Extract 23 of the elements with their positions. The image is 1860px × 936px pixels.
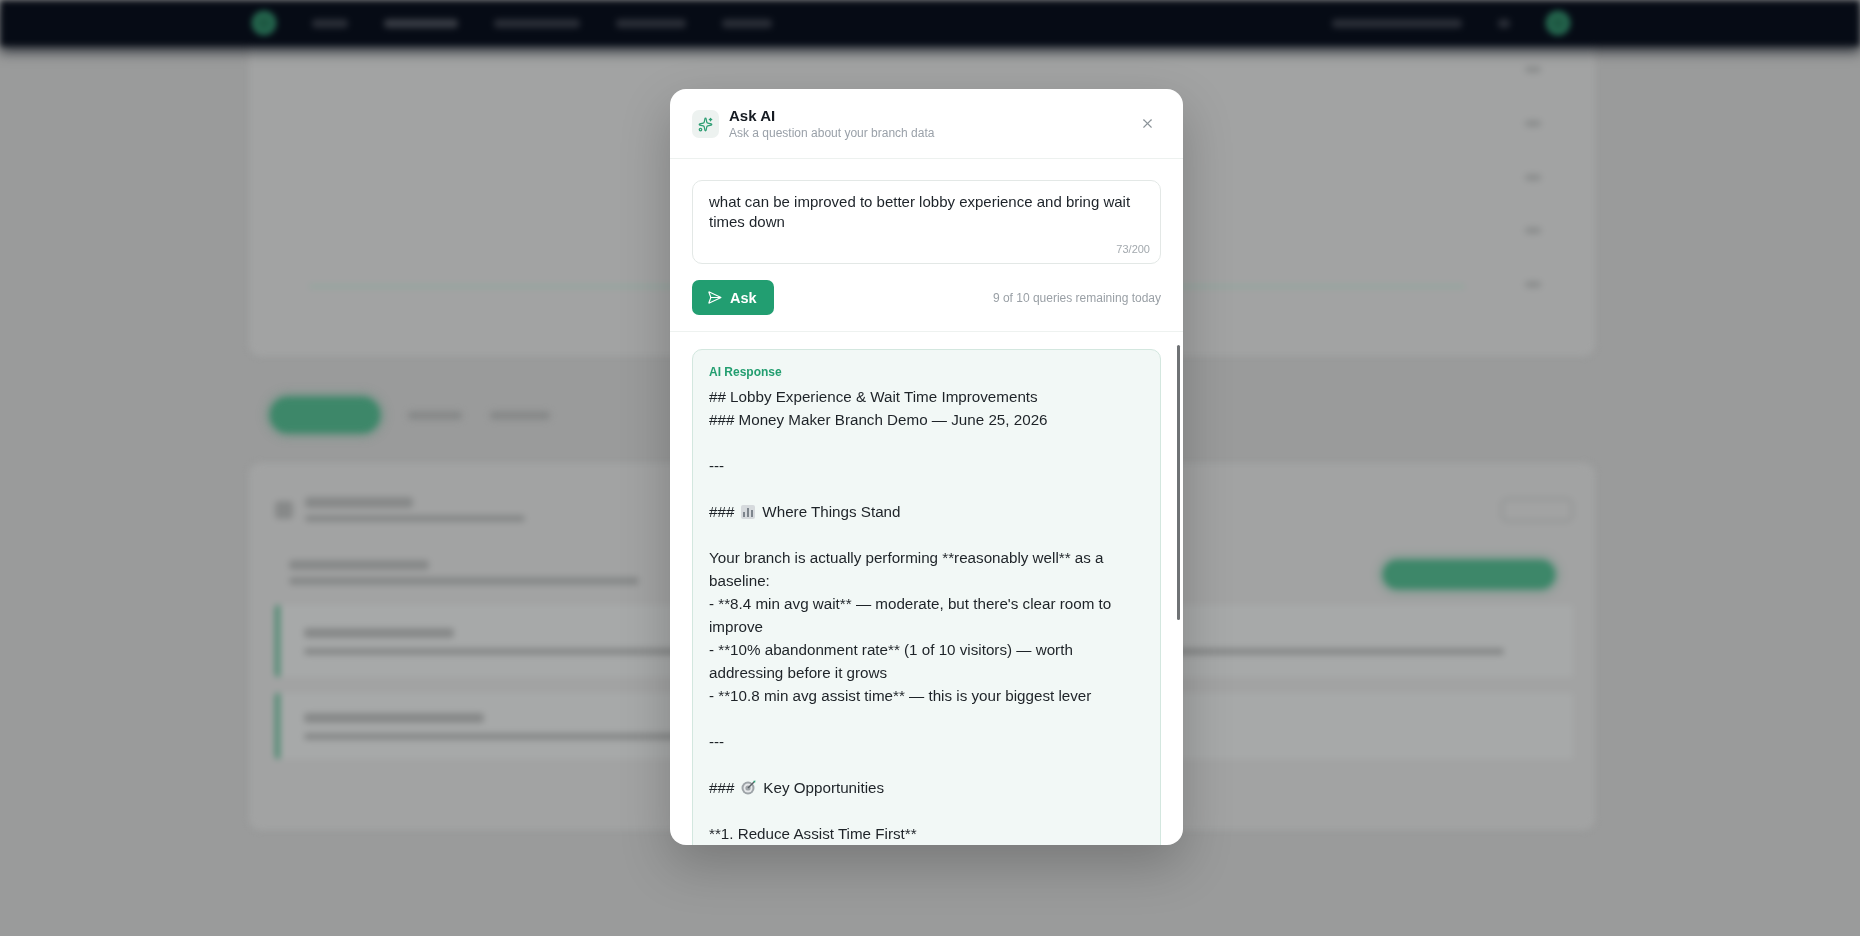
response-heading: Key Opportunities — [763, 778, 885, 798]
response-line: --- — [709, 732, 726, 752]
heading-marker: ### — [709, 502, 735, 522]
bar-chart-icon — [741, 504, 756, 519]
target-icon — [741, 780, 757, 795]
response-line: - **8.4 min avg wait** — moderate, but there's clear room to improve — [709, 594, 1113, 637]
response-heading: Where Things Stand — [762, 502, 901, 522]
response-line: --- — [709, 456, 726, 476]
queries-remaining: 9 of 10 queries remaining today — [992, 290, 1161, 305]
character-count: 73/200 — [1116, 243, 1150, 256]
dialog-subtitle: Ask a question about your branch data — [729, 126, 935, 141]
dialog-title: Ask AI — [729, 107, 777, 124]
response-line: Your branch is actually performing **reasonably well** as a baseline: — [709, 548, 1105, 591]
response-line: **1. Reduce Assist Time First** — [709, 824, 918, 844]
response-line: ## Lobby Experience & Wait Time Improvements — [709, 387, 1039, 407]
response-line: - **10.8 min avg assist time** — this is your biggest lever — [709, 686, 1093, 706]
response-line: - **10% abandonment rate** (1 of 10 visitors) — worth addressing before it grows — [709, 640, 1074, 683]
response-label: AI Response — [709, 364, 783, 380]
heading-marker: ### — [709, 778, 735, 798]
send-icon — [707, 290, 722, 305]
scrollbar-thumb[interactable] — [1177, 345, 1180, 620]
response-line: ### Money Maker Branch Demo — June 25, 2026 — [709, 410, 1049, 430]
sparkle-icon — [692, 110, 719, 138]
